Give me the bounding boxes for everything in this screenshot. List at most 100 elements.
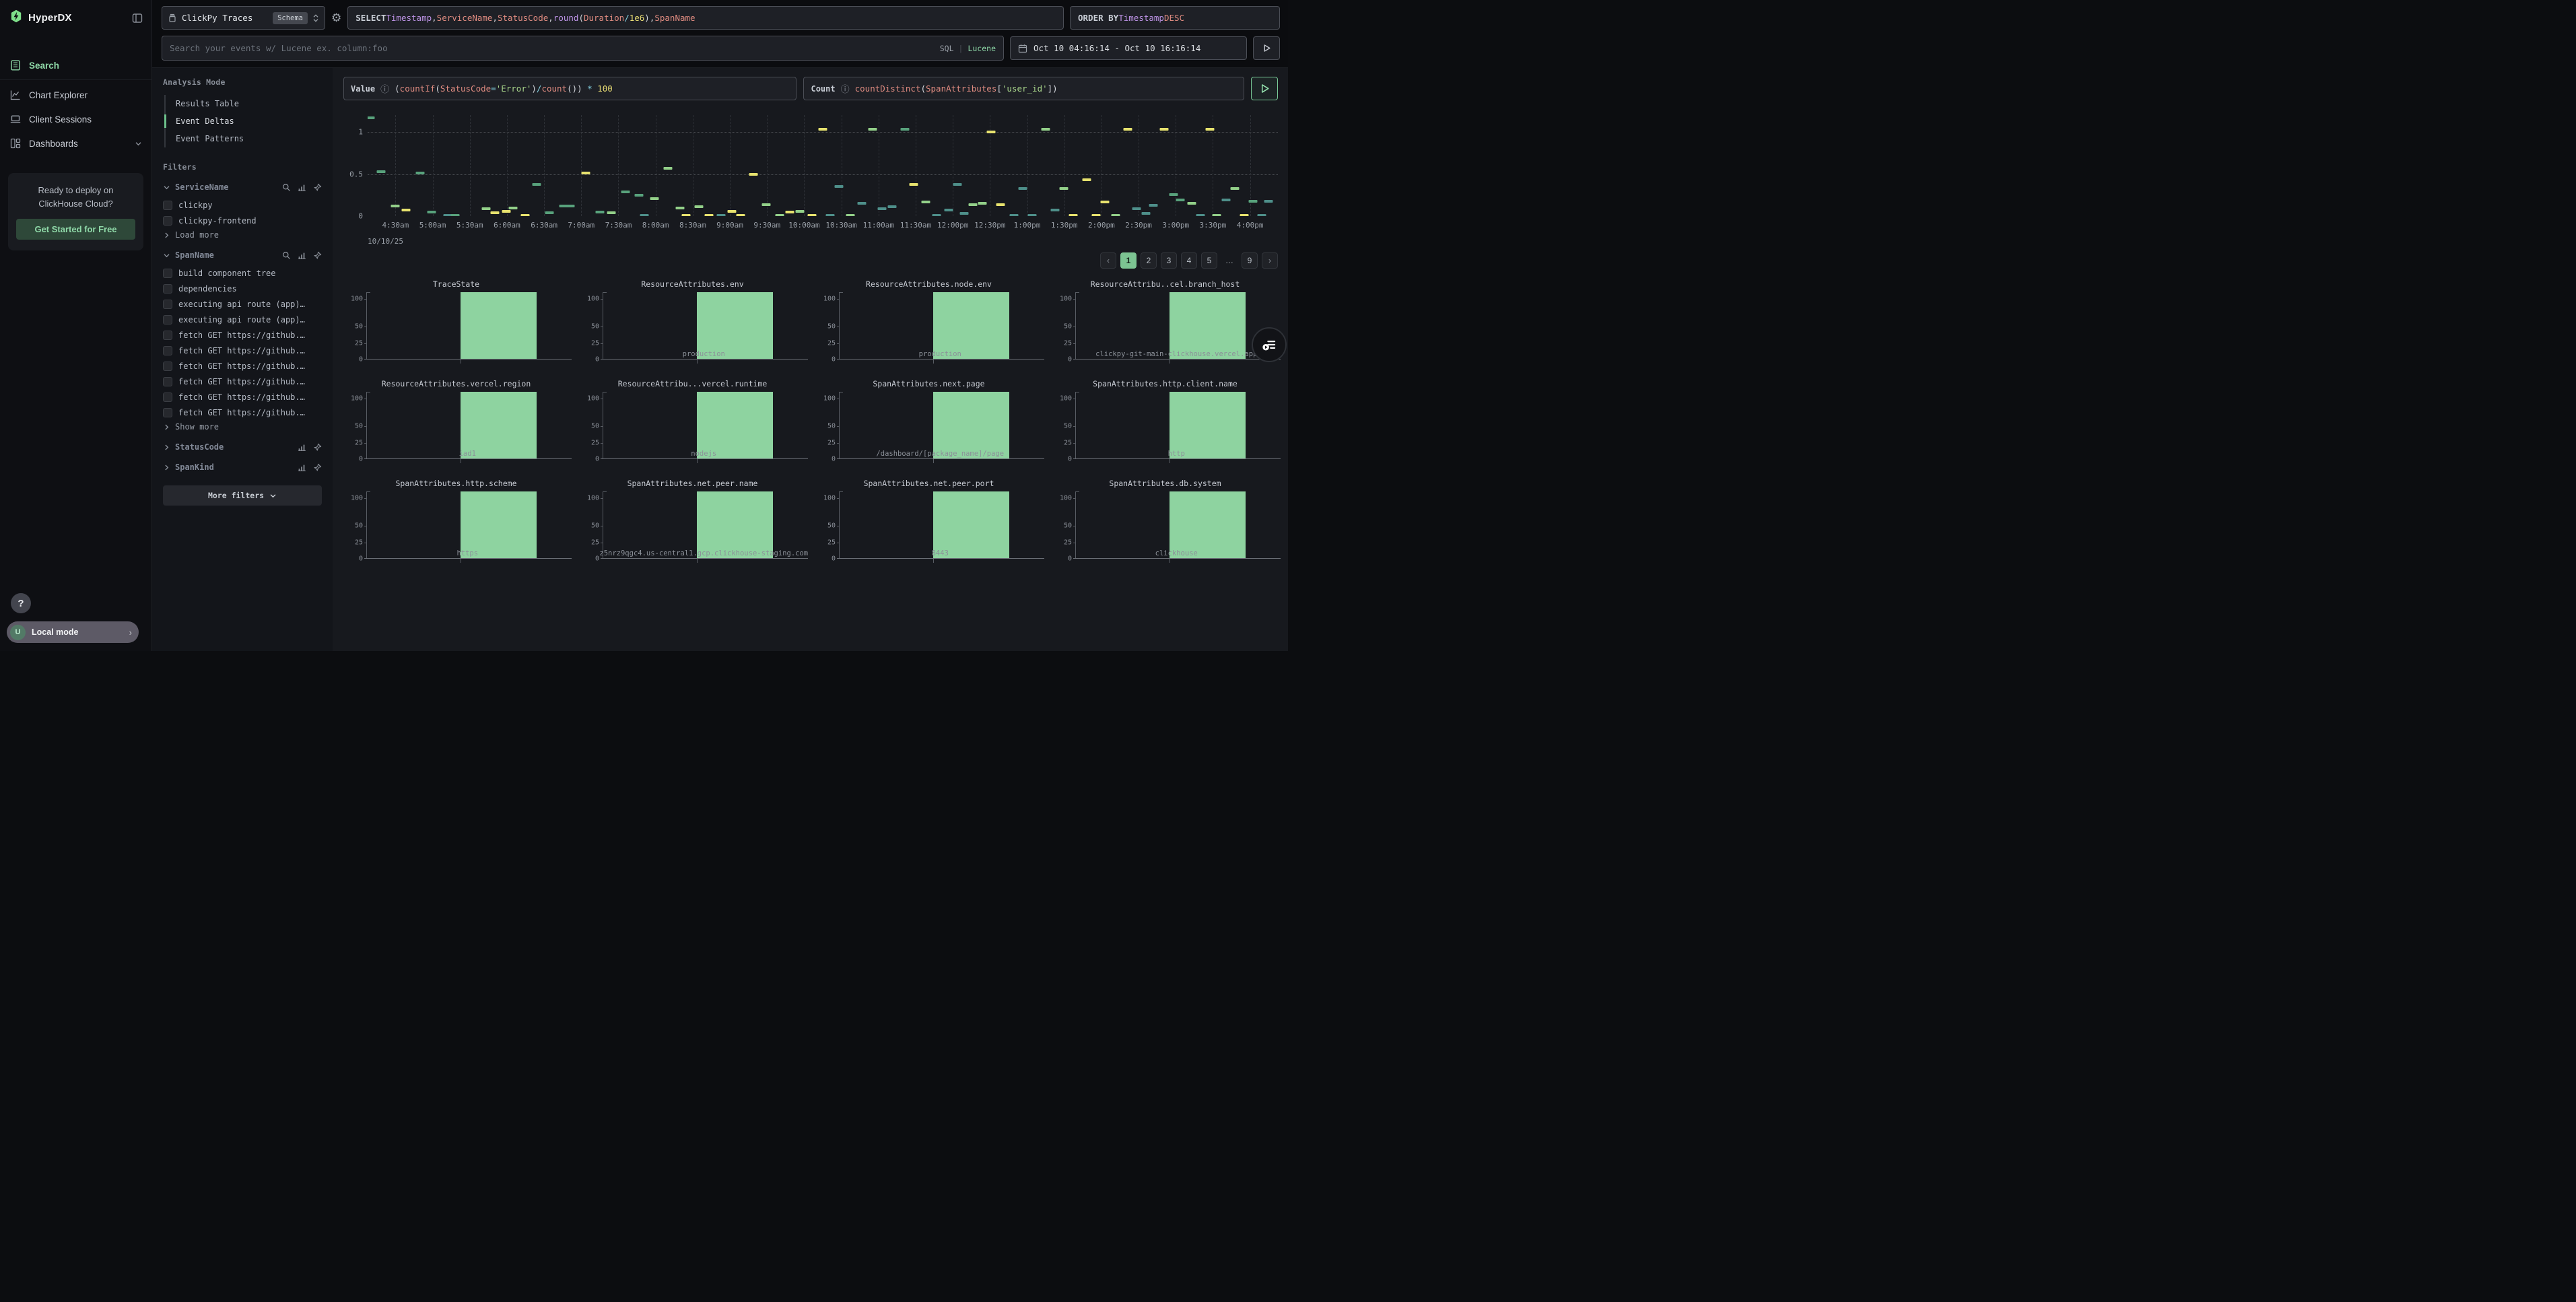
- topbar-row-2: SQL | Lucene Oct 10 04:16:14 - Oct 10 16…: [162, 36, 1280, 61]
- bar-chart-icon[interactable]: [298, 443, 306, 452]
- sidebar-item-chart-explorer[interactable]: Chart Explorer: [0, 83, 151, 107]
- analysis-mode-event-deltas[interactable]: Event Deltas: [166, 112, 322, 130]
- filter-group-header-spankind[interactable]: SpanKind: [163, 462, 322, 472]
- attribute-chart-spanattributes-net-peer-port[interactable]: SpanAttributes.net.peer.port100502508443: [816, 479, 1042, 570]
- attribute-chart-resourceattributes-vercel-region[interactable]: ResourceAttributes.vercel.region10050250…: [343, 379, 569, 471]
- pagination-next-button[interactable]: ›: [1262, 252, 1278, 269]
- event-delta-mark: [1240, 214, 1248, 216]
- v-gridline: [804, 115, 805, 216]
- pin-icon[interactable]: [313, 183, 322, 192]
- filter-value-row[interactable]: clickpy-frontend: [163, 214, 322, 227]
- search-input[interactable]: [170, 43, 935, 53]
- filter-group-header-statuscode[interactable]: StatusCode: [163, 442, 322, 452]
- filter-value-row[interactable]: build component tree: [163, 267, 322, 279]
- search-icon[interactable]: [282, 183, 291, 192]
- local-mode-button[interactable]: U Local mode ›: [7, 621, 139, 643]
- search-run-button[interactable]: [1253, 36, 1280, 60]
- pagination-page-3[interactable]: 3: [1161, 252, 1177, 269]
- help-button[interactable]: ?: [11, 593, 31, 613]
- timeline-plot[interactable]: [368, 115, 1278, 216]
- filter-group-header-spanname[interactable]: SpanName: [163, 250, 322, 260]
- attribute-chart-spanattributes-net-peer-name[interactable]: SpanAttributes.net.peer.name10050250z5nr…: [580, 479, 805, 570]
- bar-chart-icon[interactable]: [298, 251, 306, 260]
- bar-chart-icon[interactable]: [298, 463, 306, 472]
- pin-icon[interactable]: [313, 443, 322, 452]
- checkbox[interactable]: [163, 269, 172, 278]
- filters-header: Filters: [163, 162, 322, 172]
- sidebar-item-client-sessions[interactable]: Client Sessions: [0, 107, 151, 131]
- attribute-chart-resourceattribu-cel-branch-host[interactable]: ResourceAttribu..cel.branch_host10050250…: [1052, 279, 1278, 371]
- search-icon[interactable]: [282, 251, 291, 260]
- analysis-mode-event-patterns[interactable]: Event Patterns: [166, 130, 322, 147]
- pin-icon[interactable]: [313, 251, 322, 260]
- source-select[interactable]: ClickPy Traces Schema: [162, 6, 325, 30]
- pagination-page-2[interactable]: 2: [1141, 252, 1157, 269]
- attribute-chart-spanattributes-next-page[interactable]: SpanAttributes.next.page10050250/dashboa…: [816, 379, 1042, 471]
- filter-value-row[interactable]: fetch GET https://github.…: [163, 344, 322, 357]
- filter-value-row[interactable]: dependencies: [163, 282, 322, 295]
- pagination-page-5[interactable]: 5: [1201, 252, 1217, 269]
- checkbox[interactable]: [163, 362, 172, 371]
- more-filters-button[interactable]: More filters: [163, 485, 322, 506]
- checkbox[interactable]: [163, 216, 172, 226]
- filter-group-header-servicename[interactable]: ServiceName: [163, 182, 322, 192]
- results-area: Value ⓘ (countIf(StatusCode='Error')/cou…: [333, 68, 1288, 651]
- checkbox[interactable]: [163, 315, 172, 324]
- attribute-chart-resourceattribu-vercel-runtime[interactable]: ResourceAttribu...vercel.runtime10050250…: [580, 379, 805, 471]
- attribute-chart-resourceattributes-env[interactable]: ResourceAttributes.env10050250production: [580, 279, 805, 371]
- analysis-mode-results-table[interactable]: Results Table: [166, 95, 322, 112]
- sidebar-item-search[interactable]: Search: [0, 53, 151, 80]
- x-tick-mark: [697, 459, 698, 463]
- filter-value-row[interactable]: fetch GET https://github.…: [163, 390, 322, 403]
- attribute-chart-spanattributes-db-system[interactable]: SpanAttributes.db.system10050250clickhou…: [1052, 479, 1278, 570]
- pagination-page-9[interactable]: 9: [1242, 252, 1258, 269]
- orderby-expression-input[interactable]: ORDER BY Timestamp DESC: [1070, 6, 1280, 30]
- filter-value-row[interactable]: clickpy: [163, 199, 322, 211]
- filter-value-row[interactable]: fetch GET https://github.…: [163, 329, 322, 341]
- select-expression-input[interactable]: SELECT Timestamp, ServiceName, StatusCod…: [347, 6, 1064, 30]
- filter-value-row[interactable]: fetch GET https://github.…: [163, 375, 322, 388]
- lucene-mode-button[interactable]: Lucene: [968, 44, 996, 53]
- get-started-button[interactable]: Get Started for Free: [16, 219, 135, 240]
- filter-value-row[interactable]: fetch GET https://github.…: [163, 406, 322, 419]
- chevron-down-icon: [163, 252, 170, 259]
- checkbox[interactable]: [163, 331, 172, 340]
- attribute-chart-spanattributes-http-client-name[interactable]: SpanAttributes.http.client.name10050250h…: [1052, 379, 1278, 471]
- show-more-link[interactable]: Show more: [163, 422, 322, 432]
- expression-token: 1e6: [630, 13, 645, 23]
- event-delta-mark: [819, 128, 827, 131]
- bar-chart-icon[interactable]: [298, 183, 306, 192]
- event-delta-mark: [450, 214, 459, 216]
- checkbox[interactable]: [163, 300, 172, 309]
- date-range-picker[interactable]: Oct 10 04:16:14 - Oct 10 16:16:14: [1010, 36, 1247, 60]
- pagination-prev-button[interactable]: ‹: [1100, 252, 1116, 269]
- checkbox[interactable]: [163, 201, 172, 210]
- floating-panel-toggle-button[interactable]: [1252, 327, 1287, 362]
- query-run-button[interactable]: [1251, 77, 1278, 100]
- filter-value-row[interactable]: fetch GET https://github.…: [163, 359, 322, 372]
- source-settings-gear-icon[interactable]: ⚙: [331, 11, 341, 25]
- attribute-chart-spanattributes-http-scheme[interactable]: SpanAttributes.http.scheme10050250https: [343, 479, 569, 570]
- sql-mode-button[interactable]: SQL: [940, 44, 954, 53]
- filter-value-row[interactable]: executing api route (app)…: [163, 313, 322, 326]
- checkbox[interactable]: [163, 346, 172, 355]
- checkbox[interactable]: [163, 377, 172, 386]
- pagination-page-4[interactable]: 4: [1181, 252, 1197, 269]
- count-expression-input[interactable]: Count ⓘ countDistinct(SpanAttributes['us…: [803, 77, 1244, 100]
- checkbox[interactable]: [163, 392, 172, 402]
- value-expression-input[interactable]: Value ⓘ (countIf(StatusCode='Error')/cou…: [343, 77, 796, 100]
- expression-token: count: [541, 83, 567, 94]
- checkbox[interactable]: [163, 284, 172, 294]
- expression-token: (: [395, 83, 400, 94]
- filter-value-row[interactable]: executing api route (app)…: [163, 298, 322, 310]
- top-query-bar: ClickPy Traces Schema ⚙ SELECT Timestamp…: [152, 0, 1288, 68]
- sidebar-collapse-icon[interactable]: [131, 12, 143, 24]
- event-deltas-timeline-chart[interactable]: 00.51 4:30am5:00am5:30am6:00am6:30am7:00…: [343, 115, 1278, 246]
- pagination-page-1[interactable]: 1: [1120, 252, 1137, 269]
- checkbox[interactable]: [163, 408, 172, 417]
- attribute-chart-tracestate[interactable]: TraceState10050250: [343, 279, 569, 371]
- attribute-chart-resourceattributes-node-env[interactable]: ResourceAttributes.node.env10050250produ…: [816, 279, 1042, 371]
- sidebar-item-dashboards[interactable]: Dashboards: [0, 131, 151, 156]
- pin-icon[interactable]: [313, 463, 322, 472]
- load-more-link[interactable]: Load more: [163, 230, 322, 240]
